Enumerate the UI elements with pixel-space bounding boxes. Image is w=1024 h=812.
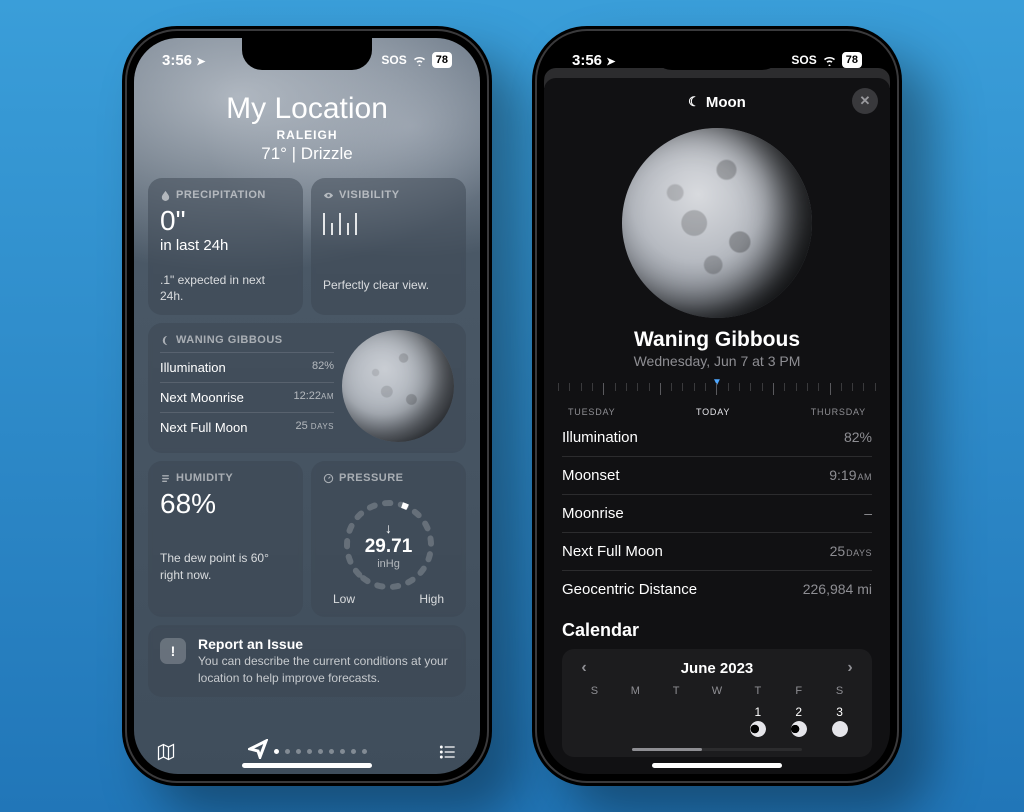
calendar-day[interactable]: 3 (819, 701, 860, 737)
detail-moonset: Moonset9:19AM (562, 457, 872, 495)
calendar-day[interactable]: 2 (778, 701, 819, 737)
wifi-icon (822, 55, 837, 66)
moon-detail-sheet: ☾ Moon ✕ Waning Gibbous Wednesday, Jun 7… (544, 78, 890, 774)
detail-moonrise: Moonrise– (562, 495, 872, 533)
exclamation-icon: ! (160, 638, 186, 664)
eye-icon (323, 190, 334, 201)
calendar-dow: T (737, 685, 778, 697)
notch (242, 38, 372, 70)
moon-details-list: Illumination82% Moonset9:19AM Moonrise– … (562, 419, 872, 608)
pressure-card[interactable]: PRESSURE ↓ 29.71 inHg (311, 461, 466, 617)
wifi-icon (412, 55, 427, 66)
moon-phase-icon (791, 721, 807, 737)
detail-next-full-moon: Next Full Moon25DAYS (562, 533, 872, 571)
location-header[interactable]: My Location RALEIGH 71° | Drizzle (148, 92, 466, 164)
calendar-dow: W (697, 685, 738, 697)
calendar-dow: S (574, 685, 615, 697)
precipitation-card[interactable]: PRECIPITATION 0" in last 24h .1" expecte… (148, 178, 303, 315)
status-sos: SOS (381, 53, 406, 67)
detail-illumination: Illumination82% (562, 419, 872, 457)
calendar-dow: S (819, 685, 860, 697)
page-dots[interactable] (248, 739, 367, 764)
moon-thumbnail (342, 330, 454, 442)
precip-period: in last 24h (160, 237, 291, 254)
battery-icon: 78 (432, 52, 452, 68)
calendar-day[interactable]: 1 (737, 701, 778, 737)
sheet-header: ☾ Moon ✕ (544, 86, 890, 118)
calendar-month: June 2023 (681, 660, 754, 677)
moon-phase-icon (750, 721, 766, 737)
calendar-day (656, 701, 697, 737)
humidity-value: 68% (160, 490, 291, 518)
moon-timeline[interactable]: ▼ TUESDAYTODAYTHURSDAY (558, 377, 876, 417)
location-city: RALEIGH (148, 128, 466, 142)
notch (652, 38, 782, 70)
humidity-card[interactable]: HUMIDITY 68% The dew point is 60° right … (148, 461, 303, 617)
calendar-dow: M (615, 685, 656, 697)
detail-distance: Geocentric Distance226,984 mi (562, 571, 872, 608)
calendar-next-button[interactable]: › (840, 659, 860, 677)
pressure-gauge: ↓ 29.71 inHg (334, 490, 444, 600)
battery-icon: 78 (842, 52, 862, 68)
moon-icon (160, 335, 171, 346)
calendar-dow: F (778, 685, 819, 697)
calendar-day (615, 701, 656, 737)
moon-icon: ☾ (688, 94, 700, 110)
humidity-note: The dew point is 60° right now. (160, 550, 291, 582)
visibility-ticks (323, 207, 454, 235)
visibility-note: Perfectly clear view. (323, 277, 454, 293)
droplet-icon (160, 190, 171, 201)
location-conditions: 71° | Drizzle (148, 144, 466, 164)
moon-phase-icon (832, 721, 848, 737)
home-indicator[interactable] (242, 763, 372, 768)
phase-title: Waning Gibbous (562, 328, 872, 352)
phone-right: 3:56 ➤ SOS 78 ☾ Moon ✕ Waning Gibbous We… (532, 26, 902, 786)
calendar-card[interactable]: ‹ June 2023 › SMTWTFS123 (562, 649, 872, 757)
calendar-section-title: Calendar (562, 620, 872, 641)
report-issue-card[interactable]: ! Report an Issue You can describe the c… (148, 625, 466, 696)
list-icon[interactable] (438, 742, 458, 762)
moon-card[interactable]: WANING GIBBOUS Illumination82% Next Moon… (148, 323, 466, 453)
moon-large-image (622, 128, 812, 318)
calendar-prev-button[interactable]: ‹ (574, 659, 594, 677)
map-icon[interactable] (156, 742, 176, 762)
location-title: My Location (148, 92, 466, 126)
status-sos: SOS (791, 53, 816, 67)
calendar-scrollbar[interactable] (632, 748, 802, 751)
status-time: 3:56 ➤ (572, 52, 615, 69)
close-button[interactable]: ✕ (852, 88, 878, 114)
precip-note: .1" expected in next 24h. (160, 272, 291, 304)
precip-value: 0" (160, 207, 291, 235)
bottom-toolbar (134, 739, 480, 764)
gauge-icon (323, 473, 334, 484)
calendar-day (697, 701, 738, 737)
phase-datetime: Wednesday, Jun 7 at 3 PM (562, 353, 872, 369)
arrow-down-icon: ↓ (385, 520, 392, 536)
calendar-dow: T (656, 685, 697, 697)
location-arrow-icon (248, 739, 268, 764)
humidity-icon (160, 473, 171, 484)
calendar-day (574, 701, 615, 737)
phone-left: 3:56 ➤ SOS 78 My Location RALEIGH 71° | … (122, 26, 492, 786)
visibility-card[interactable]: VISIBILITY Perfectly clear view. (311, 178, 466, 315)
status-time: 3:56 ➤ (162, 52, 205, 69)
home-indicator[interactable] (652, 763, 782, 768)
